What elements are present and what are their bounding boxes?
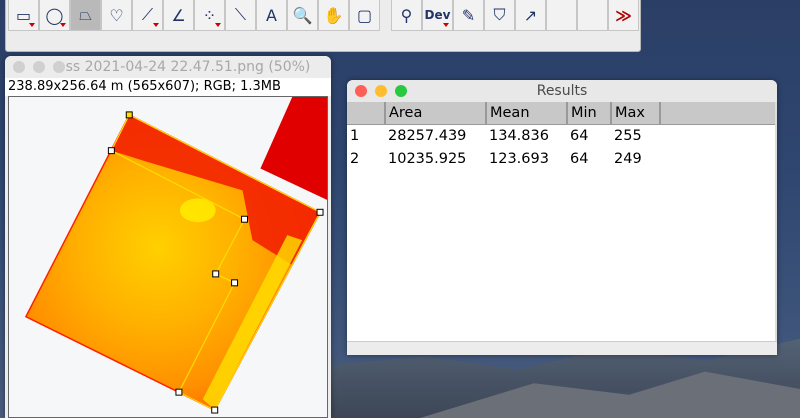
menu-indicator-icon (215, 23, 221, 27)
results-status-bar (347, 341, 777, 355)
table-cell: 1 (350, 127, 360, 144)
brush-tool-button[interactable]: ✎ (453, 0, 484, 31)
menu-indicator-icon (443, 23, 449, 27)
multipoint-tool-icon: ⁘ (202, 5, 217, 25)
arrow-tool-icon: ↗ (523, 5, 538, 25)
fill-tool-button[interactable]: ⛉ (484, 0, 515, 31)
magnifier-tool-icon: 🔍 (292, 5, 313, 25)
column-header[interactable] (347, 102, 386, 125)
polygon-tool-button[interactable]: ⏢ (70, 0, 101, 31)
hand-tool-icon: ✋ (323, 5, 344, 25)
search-tool-button[interactable]: ⚲ (391, 0, 422, 31)
table-cell: 249 (614, 150, 642, 167)
brush-tool-icon: ✎ (461, 5, 476, 25)
close-button[interactable] (13, 61, 25, 73)
magnifier-tool-button[interactable]: 🔍 (287, 0, 318, 31)
wand-tool-icon: ⟍ (234, 5, 247, 24)
dropper-tool-icon: ▢ (356, 5, 373, 25)
table-cell: 64 (570, 150, 589, 167)
table-cell: 64 (570, 127, 589, 144)
column-header[interactable]: Area (385, 102, 487, 125)
zoom-button[interactable] (53, 61, 65, 73)
freehand-tool-icon: ♡ (109, 5, 124, 25)
image-window-title: ss 2021-04-24 22.47.51.png (50%) (65, 59, 311, 75)
text-tool-icon: A (266, 5, 277, 25)
menu-indicator-icon (153, 23, 159, 27)
oval-tool-icon: ◯ (45, 5, 64, 25)
table-cell: 10235.925 (388, 150, 467, 167)
column-header-empty (660, 102, 775, 125)
multipoint-tool-button[interactable]: ⁘ (194, 0, 225, 31)
image-window: ss 2021-04-24 22.47.51.png (50%) 238.89x… (5, 56, 331, 418)
results-window: Results Area Mean Min Max 1 28257.439 134.836… (347, 80, 777, 355)
results-table: Area Mean Min Max 1 28257.439 134.836 64 255 2 10… (347, 102, 775, 170)
wand-tool-button[interactable]: ⟍ (225, 0, 256, 31)
rectangle-tool-icon: ▭ (15, 5, 32, 25)
more-tools-button[interactable]: ≫ (608, 0, 639, 31)
results-titlebar[interactable]: Results (347, 80, 777, 102)
menu-indicator-icon (29, 23, 35, 27)
angle-tool-button[interactable]: ∠ (163, 0, 194, 31)
fill-tool-icon: ⛉ (493, 5, 506, 24)
table-cell: 123.693 (489, 150, 549, 167)
column-header[interactable]: Min (567, 102, 612, 125)
image-canvas[interactable] (8, 96, 328, 418)
table-cell: 28257.439 (388, 127, 467, 144)
text-tool-button[interactable]: A (256, 0, 287, 31)
table-cell: 134.836 (489, 127, 549, 144)
image-window-titlebar[interactable]: ss 2021-04-24 22.47.51.png (50%) (5, 56, 331, 78)
minimize-button[interactable] (375, 85, 387, 97)
column-header[interactable]: Mean (486, 102, 568, 125)
angle-tool-icon: ∠ (171, 5, 186, 25)
dropper-tool-button[interactable]: ▢ (349, 0, 380, 31)
blank-tool-2-button[interactable] (577, 0, 608, 31)
column-header[interactable]: Max (611, 102, 661, 125)
blank-tool-1-button[interactable] (546, 0, 577, 31)
table-cell: 255 (614, 127, 642, 144)
table-row[interactable]: 1 28257.439 134.836 64 255 (347, 124, 775, 147)
rectangle-tool-button[interactable]: ▭ (8, 0, 39, 31)
line-tool-icon: ⟋ (141, 5, 154, 24)
dev-tool-icon: Dev (424, 8, 451, 22)
imagej-toolbar: ▭ ◯ ⏢ ♡ ⟋ ∠ ⁘ ⟍ A 🔍 ✋ ▢ ⚲ Dev ✎ ⛉ ↗ ≫ (5, 0, 641, 52)
minimize-button[interactable] (33, 61, 45, 73)
results-title: Results (536, 83, 588, 99)
image-info: 238.89x256.64 m (565x607); RGB; 1.3MB (5, 78, 331, 96)
search-tool-icon: ⚲ (400, 5, 413, 25)
freehand-tool-button[interactable]: ♡ (101, 0, 132, 31)
hand-tool-button[interactable]: ✋ (318, 0, 349, 31)
results-scroll-gutter[interactable] (775, 102, 777, 342)
oval-tool-button[interactable]: ◯ (39, 0, 70, 31)
arrow-tool-button[interactable]: ↗ (515, 0, 546, 31)
more-tools-icon: ≫ (615, 5, 632, 25)
close-button[interactable] (355, 85, 367, 97)
line-tool-button[interactable]: ⟋ (132, 0, 163, 31)
table-cell: 2 (350, 150, 360, 167)
menu-indicator-icon (60, 23, 66, 27)
polygon-tool-icon: ⏢ (79, 5, 92, 24)
dev-tool-button[interactable]: Dev (422, 0, 453, 31)
table-row[interactable]: 2 10235.925 123.693 64 249 (347, 147, 775, 170)
adjacent-field-patch (260, 97, 327, 200)
zoom-button[interactable] (395, 85, 407, 97)
